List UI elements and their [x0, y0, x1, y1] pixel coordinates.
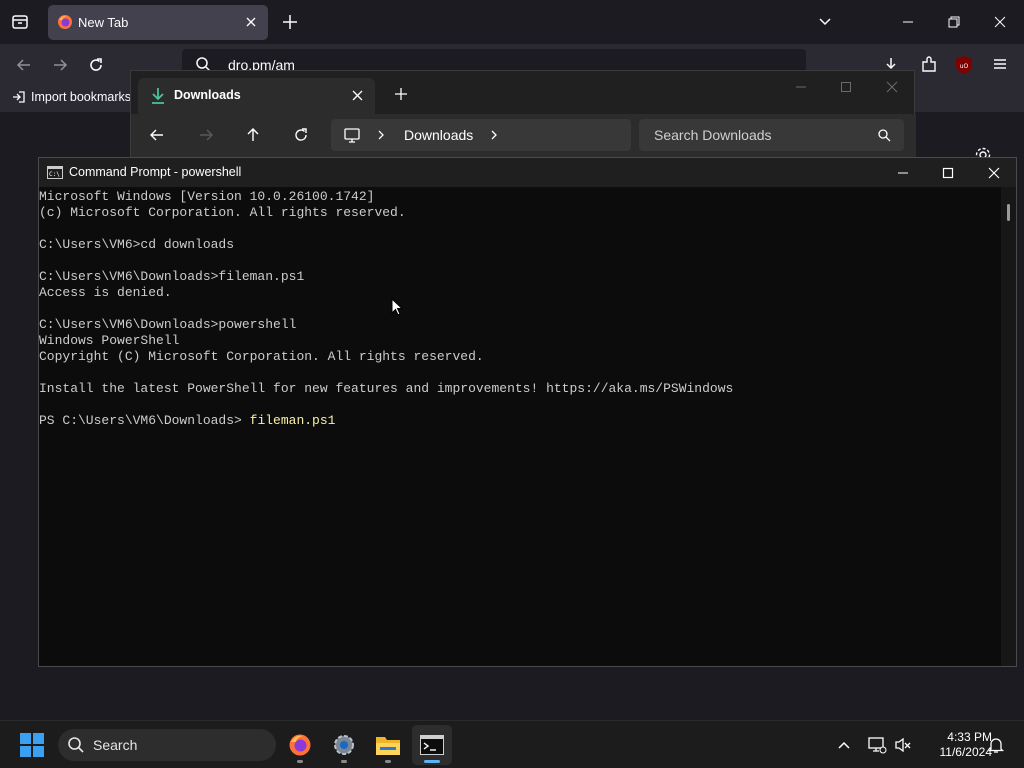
taskbar-app-file-explorer[interactable]	[368, 725, 408, 765]
console-line: C:\Users\VM6>cd downloads	[39, 237, 235, 252]
minimize-icon[interactable]	[901, 15, 915, 29]
maximize-icon[interactable]	[941, 166, 955, 180]
console-line: C:\Users\VM6\Downloads>fileman.ps1	[39, 269, 305, 284]
clock-time: 4:33 PM	[947, 730, 992, 744]
system-clock[interactable]: 4:33 PM 11/6/2024	[912, 730, 993, 760]
search-icon	[877, 128, 891, 142]
list-tabs-chevron-icon[interactable]	[817, 14, 833, 30]
svg-text:C:\: C:\	[49, 171, 60, 178]
cmd-title-bar[interactable]: C:\ Command Prompt - powershell	[39, 158, 1016, 187]
cmd-app-icon: C:\	[47, 166, 63, 179]
taskbar-app-settings[interactable]	[324, 725, 364, 765]
explorer-tab-title: Downloads	[174, 88, 241, 102]
back-arrow-icon[interactable]	[148, 126, 166, 144]
settings-gear-icon	[334, 735, 354, 755]
new-tab-button[interactable]	[281, 13, 299, 31]
show-hidden-icons-chevron-icon[interactable]	[836, 737, 852, 753]
import-icon	[13, 91, 25, 103]
minimize-icon[interactable]	[896, 166, 910, 180]
browser-tab-strip: New Tab	[0, 0, 1024, 44]
network-icon[interactable]	[867, 735, 887, 755]
running-indicator	[297, 760, 303, 763]
explorer-tab-downloads[interactable]: Downloads	[138, 78, 375, 114]
firefox-icon	[57, 14, 73, 30]
console-prompt-line[interactable]: PS C:\Users\VM6\Downloads> fileman.ps1	[39, 413, 1001, 429]
browser-tab-new[interactable]: New Tab	[48, 5, 268, 40]
mouse-pointer-icon	[391, 298, 403, 316]
taskbar-app-firefox[interactable]	[280, 725, 320, 765]
search-placeholder: Search Downloads	[654, 127, 772, 143]
ublock-origin-icon[interactable]: uO	[955, 55, 973, 75]
minimize-icon[interactable]	[794, 80, 808, 94]
forward-arrow-icon[interactable]	[197, 126, 215, 144]
download-arrow-icon	[150, 87, 166, 105]
breadcrumb-downloads[interactable]: Downloads	[404, 127, 473, 143]
console-line: Access is denied.	[39, 285, 172, 300]
browser-tab-title: New Tab	[78, 15, 129, 30]
back-arrow-icon[interactable]	[15, 56, 33, 74]
taskbar-app-command-prompt[interactable]	[412, 725, 452, 765]
close-window-icon[interactable]	[993, 15, 1007, 29]
close-window-icon[interactable]	[987, 166, 1001, 180]
refresh-icon[interactable]	[292, 126, 310, 144]
firefox-icon	[289, 734, 311, 756]
address-bar[interactable]: Downloads	[331, 119, 631, 151]
extensions-icon[interactable]	[919, 55, 939, 75]
taskbar: Search 4:33 PM 11/6/2024	[0, 720, 1024, 768]
file-explorer-window: Downloads Downloads Search Downloads	[130, 70, 916, 161]
console-line: Windows PowerShell	[39, 333, 180, 348]
console-lines: Microsoft Windows [Version 10.0.26100.17…	[39, 189, 1001, 413]
active-indicator	[424, 760, 440, 763]
notification-bell-icon[interactable]	[987, 736, 1005, 754]
computer-icon	[343, 126, 361, 144]
up-arrow-icon[interactable]	[244, 126, 262, 144]
scrollbar-thumb[interactable]	[1007, 204, 1010, 221]
taskbar-search-label: Search	[93, 737, 138, 753]
new-tab-button[interactable]	[394, 87, 408, 101]
vertical-scrollbar[interactable]	[1001, 187, 1016, 666]
running-indicator	[385, 760, 391, 763]
close-window-icon[interactable]	[885, 80, 899, 94]
console-prompt: PS C:\Users\VM6\Downloads>	[39, 413, 250, 428]
terminal-icon	[420, 735, 444, 755]
forward-arrow-icon[interactable]	[51, 56, 69, 74]
console-line: (c) Microsoft Corporation. All rights re…	[39, 205, 406, 220]
console-line: Install the latest PowerShell for new fe…	[39, 381, 734, 396]
tab-overview-icon[interactable]	[10, 12, 30, 32]
search-downloads-input[interactable]: Search Downloads	[639, 119, 904, 151]
folder-icon	[376, 737, 400, 755]
explorer-nav-bar: Downloads Search Downloads	[131, 114, 916, 161]
close-tab-icon[interactable]	[244, 15, 258, 29]
maximize-icon[interactable]	[839, 80, 853, 94]
console-line: Copyright (C) Microsoft Corporation. All…	[39, 349, 484, 364]
chevron-right-icon[interactable]	[488, 128, 500, 142]
import-bookmarks-label: Import bookmarks...	[31, 90, 142, 104]
console-line: C:\Users\VM6\Downloads>powershell	[39, 317, 297, 332]
start-windows-icon[interactable]	[20, 733, 44, 757]
console-output[interactable]: Microsoft Windows [Version 10.0.26100.17…	[39, 187, 1001, 666]
chevron-right-icon[interactable]	[375, 128, 387, 142]
command-prompt-window: C:\ Command Prompt - powershell Microsof…	[38, 157, 1017, 667]
hamburger-menu-icon[interactable]	[991, 55, 1009, 73]
search-icon	[67, 736, 85, 754]
console-line: Microsoft Windows [Version 10.0.26100.17…	[39, 189, 375, 204]
restore-icon[interactable]	[947, 15, 961, 29]
import-bookmarks-item[interactable]: Import bookmarks...	[12, 90, 141, 104]
svg-text:uO: uO	[960, 63, 969, 70]
reload-icon[interactable]	[87, 56, 105, 74]
cmd-window-title: Command Prompt - powershell	[69, 165, 242, 179]
running-indicator	[341, 760, 347, 763]
console-current-command: fileman.ps1	[249, 413, 336, 428]
volume-muted-icon[interactable]	[893, 735, 913, 755]
close-tab-icon[interactable]	[351, 89, 364, 102]
taskbar-search-box[interactable]: Search	[58, 729, 276, 761]
clock-date: 11/6/2024	[939, 745, 993, 759]
